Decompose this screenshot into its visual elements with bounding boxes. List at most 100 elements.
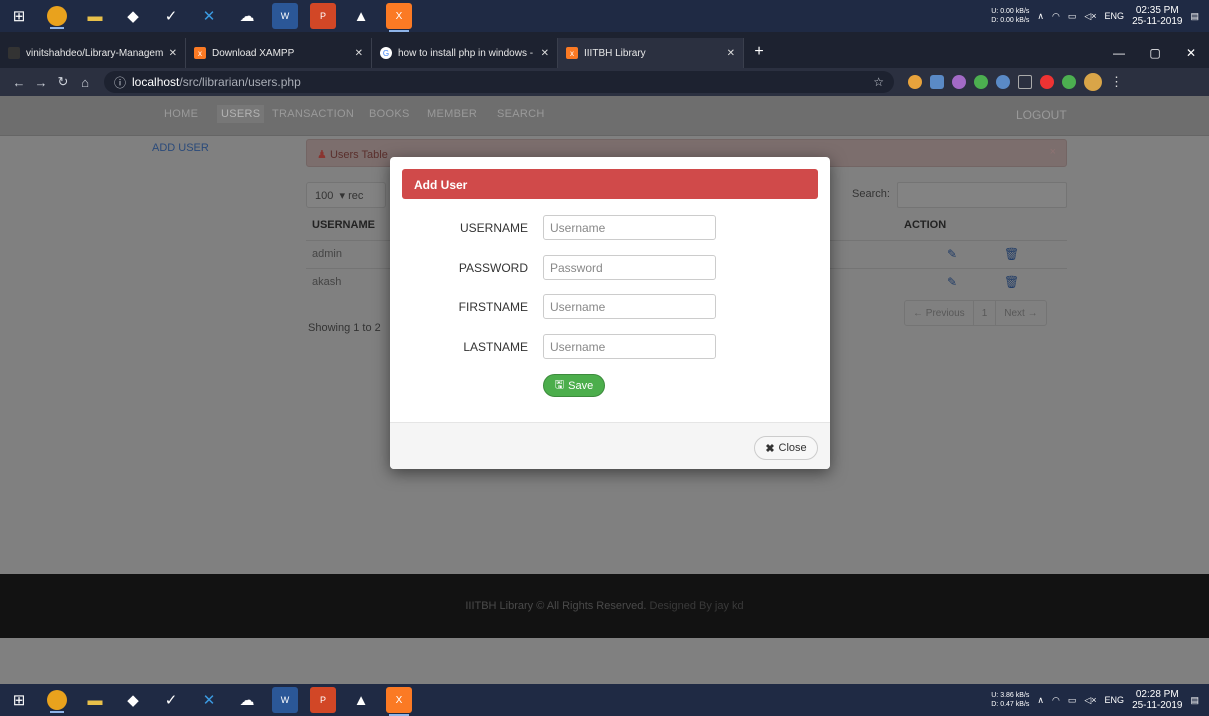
username-input[interactable] [543,215,716,240]
notification-icon[interactable]: ▤ [1190,695,1199,706]
app2-icon[interactable]: ☁ [234,3,260,29]
steam-icon[interactable]: ✓ [158,3,184,29]
nav-search[interactable]: SEARCH [497,108,545,120]
close-x-icon: ✖ [765,442,775,455]
chrome-icon[interactable] [47,690,67,713]
extension-icon[interactable] [974,75,988,89]
maximize-icon[interactable]: ▢ [1137,46,1173,60]
close-icon[interactable]: ✕ [727,48,735,59]
file-explorer-icon[interactable]: ▬ [82,687,108,713]
records-per-page-select[interactable]: 100 ▾ rec [306,182,386,208]
delete-trash-icon[interactable]: 🗑 [1004,247,1019,261]
close-icon[interactable]: ✕ [169,48,177,59]
tab-github[interactable]: vinitshahdeo/Library-Manageme ✕ [0,38,186,68]
forward-icon[interactable]: → [30,75,52,90]
word-icon[interactable]: W [272,3,298,29]
extension-icon[interactable] [930,75,944,89]
previous-page-button[interactable]: ← Previous [905,301,974,325]
windows-start-icon[interactable]: ⊞ [6,687,32,713]
extension-icon[interactable] [952,75,966,89]
powerpoint-icon[interactable]: P [310,3,336,29]
speaker-icon[interactable]: ◁× [1084,11,1096,22]
info-icon[interactable]: ⓘ [114,74,126,91]
chrome-icon[interactable] [47,6,67,29]
language-indicator[interactable]: ENG [1105,695,1125,705]
vscode-icon[interactable]: ✕ [196,3,222,29]
password-input[interactable] [543,255,716,280]
delete-trash-icon[interactable]: 🗑 [1004,275,1019,289]
close-button[interactable]: ✖ Close [754,436,818,460]
battery-icon[interactable]: ▭ [1068,11,1077,22]
firstname-input[interactable] [543,294,716,319]
app2-icon[interactable]: ☁ [234,687,260,713]
bookmark-star-icon[interactable]: ☆ [873,75,884,89]
file-explorer-icon[interactable]: ▬ [82,3,108,29]
app-icon[interactable]: ◆ [120,687,146,713]
save-button[interactable]: 🖫 Save [543,374,605,397]
word-icon[interactable]: W [272,687,298,713]
minimize-icon[interactable]: — [1101,46,1137,60]
clock[interactable]: 02:28 PM 25-11-2019 [1132,689,1182,711]
header-username[interactable]: USERNAME [312,211,375,239]
xampp-icon[interactable]: X [386,3,412,32]
language-indicator[interactable]: ENG [1105,11,1125,21]
records-per-page-value: 100 [315,190,334,202]
chevron-up-icon[interactable]: ∧ [1037,695,1044,706]
profile-avatar[interactable] [1084,73,1102,91]
close-window-icon[interactable]: ✕ [1173,46,1209,60]
close-icon[interactable]: ✕ [355,48,363,59]
tab-google-search[interactable]: G how to install php in windows - ( ✕ [372,38,558,68]
chevron-up-icon[interactable]: ∧ [1037,11,1044,22]
back-icon[interactable]: ← [8,75,30,90]
speaker-icon[interactable]: ◁× [1084,695,1096,706]
header-action[interactable]: ACTION [904,211,946,239]
save-label: Save [568,379,594,392]
xampp-icon[interactable]: X [386,687,412,716]
nav-member[interactable]: MEMBER [427,108,477,120]
extensions: ⋮ [908,73,1123,91]
vscode-icon[interactable]: ✕ [196,687,222,713]
panel-close-icon[interactable]: × [1050,146,1056,158]
nav-users[interactable]: USERS [217,105,265,123]
window-controls: — ▢ ✕ [1101,38,1209,68]
extension-icon[interactable] [996,75,1010,89]
windows-start-icon[interactable]: ⊞ [6,3,32,29]
steam-icon[interactable]: ✓ [158,687,184,713]
extension-icon[interactable] [1018,75,1032,89]
tab-download-xampp[interactable]: x Download XAMPP ✕ [186,38,372,68]
app-icon[interactable]: ◆ [120,3,146,29]
page-1-button[interactable]: 1 [974,301,997,325]
nav-books[interactable]: BOOKS [369,108,410,120]
photos-icon[interactable]: ▲ [348,687,374,713]
extension-icon[interactable] [1062,75,1076,89]
extension-icon[interactable] [1040,75,1054,89]
url-input[interactable]: ⓘ localhost/src/librarian/users.php ☆ [104,71,894,93]
clock[interactable]: 02:35 PM 25-11-2019 [1132,5,1182,27]
tab-iiitbh-library[interactable]: x IIITBH Library ✕ [558,38,744,68]
browser-tabbar: vinitshahdeo/Library-Manageme ✕ x Downlo… [0,32,1209,68]
powerpoint-icon[interactable]: P [310,687,336,713]
add-user-modal: Add User USERNAME PASSWORD FIRSTNAME LAS… [390,157,830,469]
wifi-icon[interactable]: ◠ [1052,11,1060,22]
nav-transaction[interactable]: TRANSACTION [272,108,354,120]
lastname-input[interactable] [543,334,716,359]
reload-icon[interactable]: ↻ [52,74,74,90]
home-icon[interactable]: ⌂ [74,75,96,90]
edit-pencil-icon[interactable]: ✎ [947,247,957,261]
table-info: Showing 1 to 2 [308,322,381,334]
edit-pencil-icon[interactable]: ✎ [947,275,957,289]
battery-icon[interactable]: ▭ [1068,695,1077,706]
modal-footer: ✖ Close [390,422,830,469]
add-user-link[interactable]: ADD USER [152,142,209,154]
nav-home[interactable]: HOME [164,108,198,120]
photos-icon[interactable]: ▲ [348,3,374,29]
nav-logout[interactable]: LOGOUT [1016,108,1067,122]
extension-icon[interactable] [908,75,922,89]
menu-dots-icon[interactable]: ⋮ [1110,74,1123,90]
wifi-icon[interactable]: ◠ [1052,695,1060,706]
new-tab-button[interactable]: + [744,38,774,68]
notification-icon[interactable]: ▤ [1190,11,1199,22]
close-icon[interactable]: ✕ [541,48,549,59]
table-search-input[interactable] [897,182,1067,208]
next-page-button[interactable]: Next → [996,301,1045,325]
